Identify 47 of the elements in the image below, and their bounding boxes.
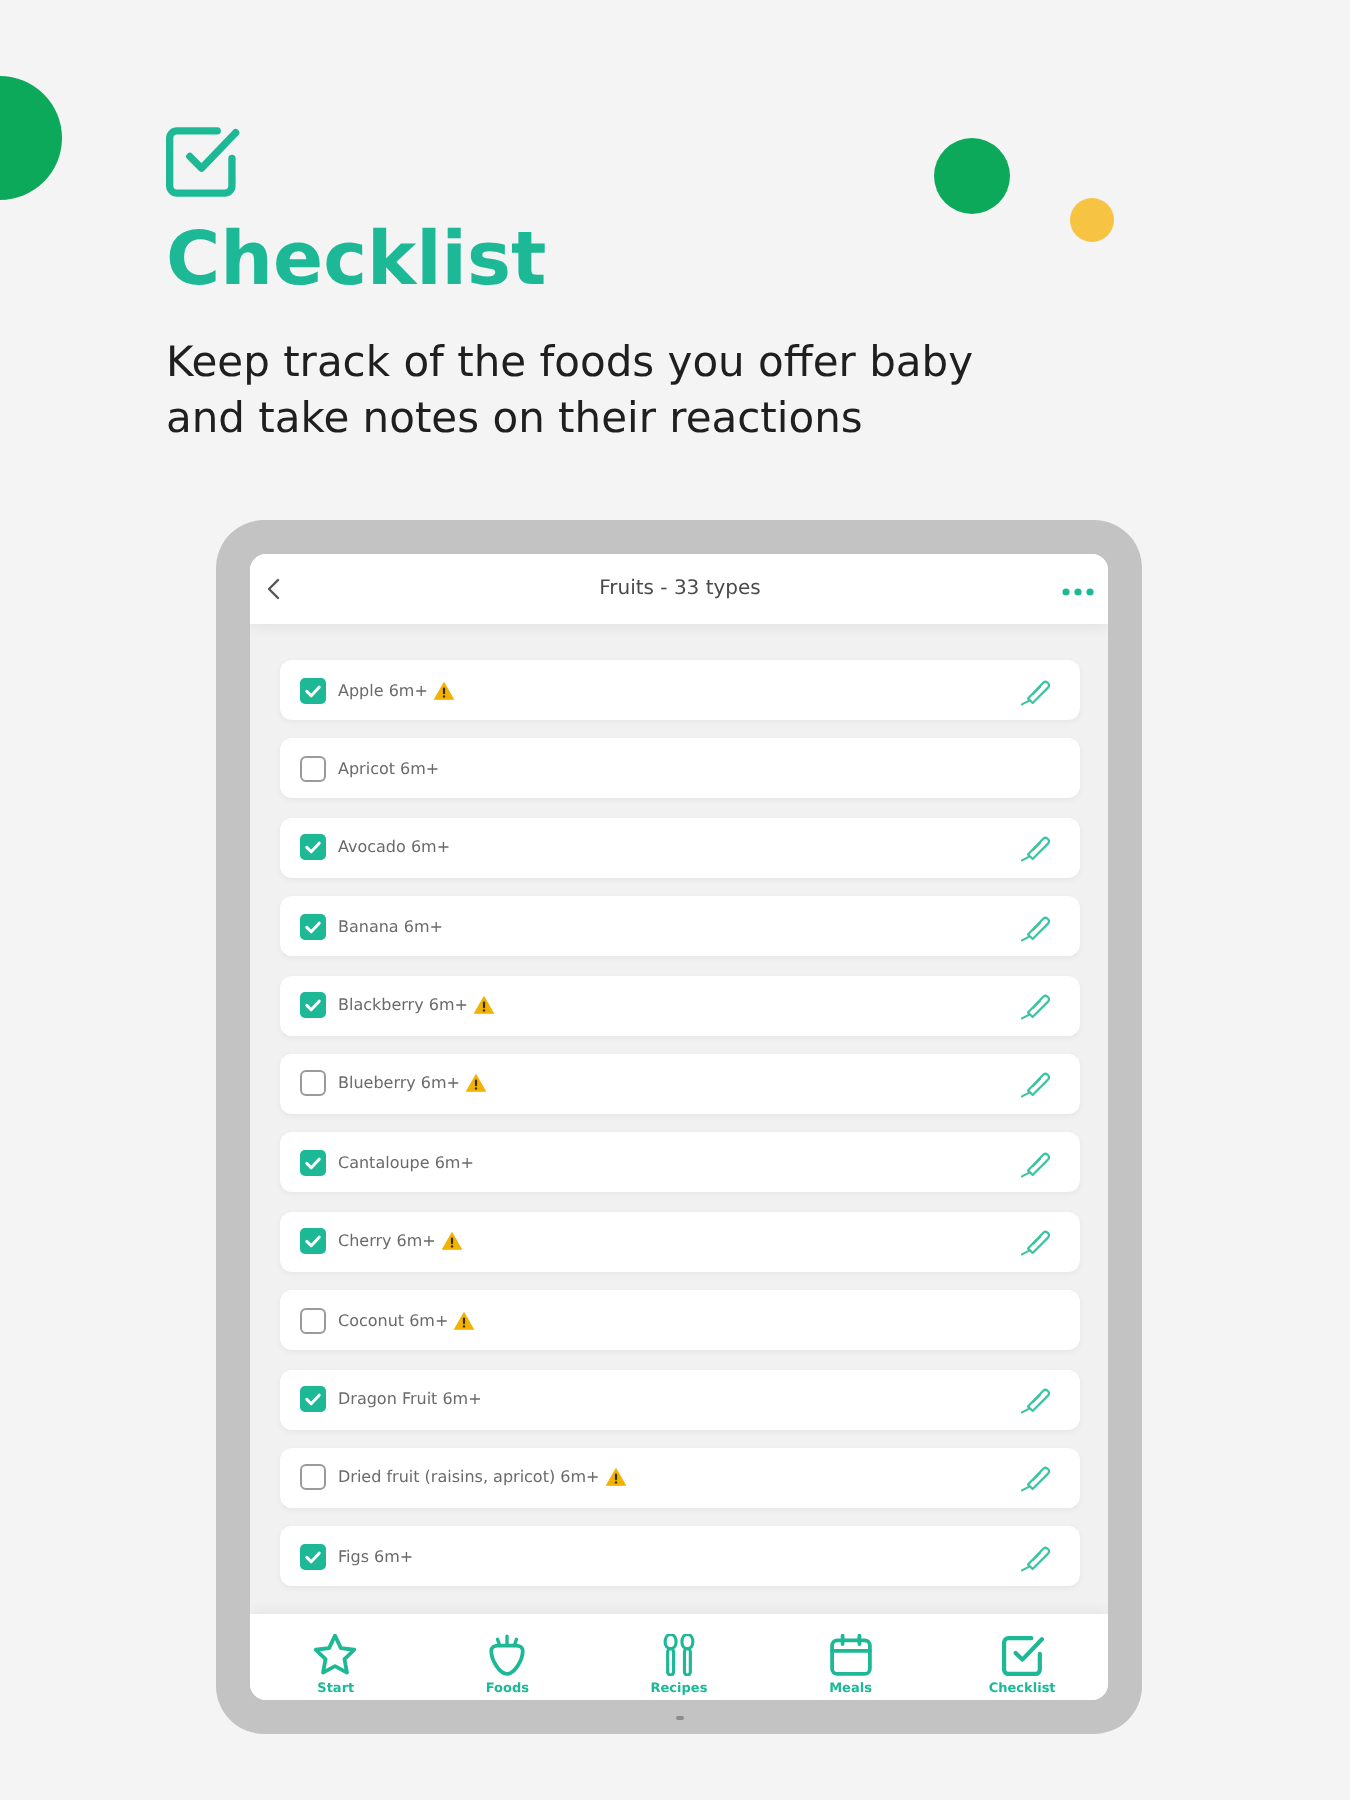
pen-icon[interactable] [1020,1384,1050,1415]
checkbox[interactable] [300,992,326,1019]
checklist-icon [1001,1634,1044,1676]
home-indicator [675,1715,683,1719]
checklist-icon [166,126,240,198]
checkbox[interactable] [300,1464,326,1491]
checkbox[interactable] [300,1149,326,1176]
food-label: Cantaloupe 6m+ [338,1153,474,1172]
strawberry-icon [486,1634,529,1676]
more-icon[interactable] [1062,588,1094,596]
checkbox[interactable] [300,913,326,940]
pen-icon[interactable] [1020,1541,1050,1572]
checkbox[interactable] [300,1543,326,1570]
page-subtitle: Keep track of the foods you offer baby and take notes on their reactions [166,336,976,446]
back-icon[interactable] [266,578,280,600]
checkbox[interactable] [300,834,326,861]
food-label: Blueberry 6m+ [338,1074,461,1093]
pen-icon[interactable] [1020,1147,1050,1178]
food-label: Coconut 6m+ [338,1311,449,1330]
food-label: Banana 6m+ [338,917,443,936]
checkbox[interactable] [300,1386,326,1413]
checkbox[interactable] [300,1070,326,1097]
food-label: Apple 6m+ [338,681,428,699]
star-icon [314,1634,357,1676]
food-label: Blackberry 6m+ [338,996,468,1015]
page-title: Checklist [166,216,547,304]
pen-icon[interactable] [1020,832,1050,863]
food-label: Dried fruit (raisins, apricot) 6m+ [338,1468,600,1487]
pen-icon[interactable] [1020,911,1050,942]
food-label: Dragon Fruit 6m+ [338,1390,482,1409]
pen-icon[interactable] [1020,990,1050,1021]
screen-title: Fruits - 33 types [599,578,761,600]
checkbox[interactable] [300,1228,326,1255]
checkbox[interactable] [300,677,326,703]
food-label: Cherry 6m+ [338,1232,436,1251]
pen-icon[interactable] [1020,1226,1050,1257]
pen-icon[interactable] [1020,675,1050,705]
pen-icon[interactable] [1020,1462,1050,1493]
decorative-dot [1070,198,1114,242]
pen-icon[interactable] [1020,1068,1050,1099]
food-label: Avocado 6m+ [338,838,451,857]
calendar-icon [829,1634,872,1676]
food-label: Apricot 6m+ [338,759,440,778]
checkbox[interactable] [300,755,326,782]
food-label: Figs 6m+ [338,1547,414,1566]
decorative-dot [934,138,1010,214]
checkbox[interactable] [300,1307,326,1334]
